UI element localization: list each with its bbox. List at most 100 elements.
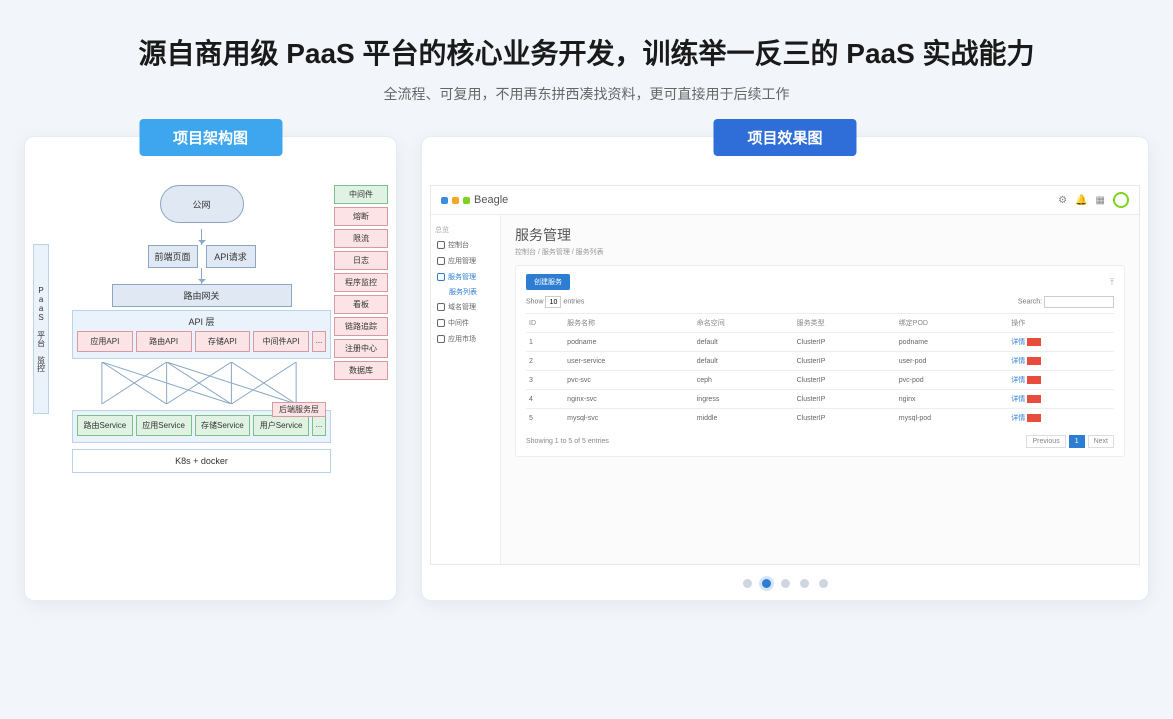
cloud-node: 公网: [160, 185, 244, 223]
sidebar-item-market[interactable]: 应用市场: [435, 331, 496, 347]
pagination: Previous 1 Next: [1026, 435, 1114, 448]
prev-button[interactable]: Previous: [1026, 435, 1065, 448]
logo-dot-icon: [452, 197, 459, 204]
cell-type: ClusterIP: [794, 333, 896, 352]
table-row: 4nginx-svcingressClusterIPnginx详情: [526, 390, 1114, 409]
next-button[interactable]: Next: [1088, 435, 1114, 448]
api-box: 路由API: [136, 331, 192, 352]
middleware-item: 数据库: [334, 361, 388, 380]
demo-card: 项目效果图 Beagle ⚙ 🔔 ▦ 总览 控: [421, 136, 1149, 601]
middleware-header: 中间件: [334, 185, 388, 204]
cell-ns: default: [694, 352, 794, 371]
cell-id: 3: [526, 371, 564, 390]
cell-pod: podname: [896, 333, 1008, 352]
cell-id: 1: [526, 333, 564, 352]
page-size-input[interactable]: [545, 296, 561, 308]
sidebar-item-middleware[interactable]: 中间件: [435, 315, 496, 331]
delete-button[interactable]: [1027, 376, 1041, 384]
search-input[interactable]: [1044, 296, 1114, 308]
middleware-item: 熔断: [334, 207, 388, 226]
cell-type: ClusterIP: [794, 371, 896, 390]
connection-mesh: [72, 362, 331, 404]
cell-action: 详情: [1008, 409, 1114, 428]
detail-link[interactable]: 详情: [1011, 339, 1025, 346]
col-name[interactable]: 服务名称: [564, 314, 694, 333]
col-action[interactable]: 操作: [1008, 314, 1114, 333]
sidebar-item-app[interactable]: 应用管理: [435, 253, 496, 269]
api-box: 应用API: [77, 331, 133, 352]
gear-icon[interactable]: ⚙: [1058, 195, 1067, 206]
detail-link[interactable]: 详情: [1011, 415, 1025, 422]
api-layer-group: API 层 应用API 路由API 存储API 中间件API ...: [72, 310, 331, 359]
bell-icon[interactable]: 🔔: [1075, 195, 1087, 206]
api-layer-label: API 层: [77, 315, 326, 328]
cell-name: mysql-svc: [564, 409, 694, 428]
cell-ns: default: [694, 333, 794, 352]
delete-button[interactable]: [1027, 414, 1041, 422]
col-id[interactable]: ID: [526, 314, 564, 333]
middleware-item: 日志: [334, 251, 388, 270]
cell-ns: middle: [694, 409, 794, 428]
avatar[interactable]: [1113, 192, 1129, 208]
demo-tab: 项目效果图: [713, 119, 856, 156]
delete-button[interactable]: [1027, 338, 1041, 346]
architecture-tab: 项目架构图: [139, 119, 282, 156]
service-layer-label: 后端服务层: [272, 402, 326, 417]
sidebar-item-domain[interactable]: 域名管理: [435, 299, 496, 315]
grid-icon[interactable]: ▦: [1096, 195, 1105, 206]
cell-ns: ceph: [694, 371, 794, 390]
col-ns[interactable]: 命名空间: [694, 314, 794, 333]
upload-icon[interactable]: ⤒: [1110, 277, 1114, 288]
cell-action: 详情: [1008, 371, 1114, 390]
service-box: 存储Service: [195, 415, 251, 436]
page-button[interactable]: 1: [1069, 435, 1085, 448]
frontend-node: 前端页面: [148, 245, 198, 268]
cell-type: ClusterIP: [794, 390, 896, 409]
cell-ns: ingress: [694, 390, 794, 409]
cell-name: nginx-svc: [564, 390, 694, 409]
middleware-item: 链路追踪: [334, 317, 388, 336]
cell-pod: pvc-pod: [896, 371, 1008, 390]
cell-name: podname: [564, 333, 694, 352]
create-button[interactable]: 创建服务: [526, 274, 570, 290]
api-box-more: ...: [312, 331, 326, 352]
logo-dot-icon: [441, 197, 448, 204]
brand-logo[interactable]: Beagle: [441, 194, 508, 206]
carousel-dot[interactable]: [743, 579, 752, 588]
detail-link[interactable]: 详情: [1011, 396, 1025, 403]
table-info: Showing 1 to 5 of 5 entries: [526, 438, 609, 445]
arrow-icon: [201, 229, 202, 245]
brand-name: Beagle: [474, 194, 508, 206]
delete-button[interactable]: [1027, 357, 1041, 365]
cell-type: ClusterIP: [794, 352, 896, 371]
detail-link[interactable]: 详情: [1011, 377, 1025, 384]
api-box: 中间件API: [253, 331, 309, 352]
carousel-dot[interactable]: [819, 579, 828, 588]
gateway-node: 路由网关: [112, 284, 292, 307]
carousel-dot[interactable]: [781, 579, 790, 588]
breadcrumb: 控制台 / 服务管理 / 服务列表: [515, 247, 1125, 257]
service-box: 用户Service: [253, 415, 309, 436]
cell-id: 2: [526, 352, 564, 371]
service-table: ID 服务名称 命名空间 服务类型 绑定POD 操作 1podnamedefau…: [526, 313, 1114, 427]
cell-action: 详情: [1008, 333, 1114, 352]
cell-pod: nginx: [896, 390, 1008, 409]
sidebar-sub-item[interactable]: 服务列表: [435, 285, 496, 299]
sidebar-item-service[interactable]: 服务管理: [435, 269, 496, 285]
col-pod[interactable]: 绑定POD: [896, 314, 1008, 333]
sidebar-item-console[interactable]: 控制台: [435, 237, 496, 253]
app-icon: [437, 257, 445, 265]
table-panel: 创建服务 ⤒ Show entries Search:: [515, 265, 1125, 457]
dashboard-mock: Beagle ⚙ 🔔 ▦ 总览 控制台 应用管理 服务管理 服务列表 域名管理: [430, 185, 1140, 565]
cell-name: user-service: [564, 352, 694, 371]
detail-link[interactable]: 详情: [1011, 358, 1025, 365]
carousel-dot[interactable]: [762, 579, 771, 588]
cell-id: 4: [526, 390, 564, 409]
col-type[interactable]: 服务类型: [794, 314, 896, 333]
table-row: 2user-servicedefaultClusterIPuser-pod详情: [526, 352, 1114, 371]
carousel-dot[interactable]: [800, 579, 809, 588]
service-box: 路由Service: [77, 415, 133, 436]
middleware-item: 限流: [334, 229, 388, 248]
delete-button[interactable]: [1027, 395, 1041, 403]
home-icon: [437, 241, 445, 249]
